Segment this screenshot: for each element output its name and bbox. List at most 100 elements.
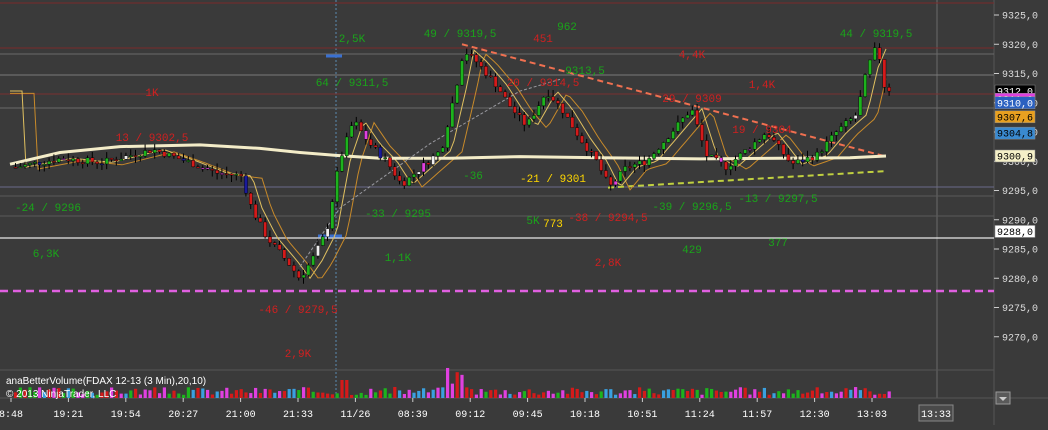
volume-bar — [474, 394, 478, 398]
candle-body — [114, 159, 119, 161]
volume-bar — [412, 392, 416, 398]
volume-bar — [311, 391, 315, 398]
candle-body — [690, 109, 695, 116]
volume-bar — [868, 391, 872, 398]
candle-body — [613, 180, 618, 186]
x-tick-label: 10:18 — [570, 410, 600, 421]
volume-bar — [292, 388, 296, 398]
volume-bar — [623, 390, 627, 398]
price-chart[interactable]: 1K 13 / 9302,5 -24 / 9296 6,3K 2,5K 64 / 9311… — [0, 0, 1048, 425]
candle-body — [455, 84, 460, 104]
volume-bar — [681, 389, 685, 398]
candle-body — [743, 149, 747, 154]
volume-bar — [758, 391, 762, 398]
x-tick-label: 11/26 — [340, 409, 370, 421]
annotation-label: 9313,5 — [565, 66, 605, 78]
candle-body — [330, 201, 335, 229]
candle-body — [354, 121, 359, 126]
candle-body — [777, 140, 781, 145]
candle-body — [412, 174, 416, 178]
candle-body — [441, 147, 445, 153]
candle-body — [508, 96, 512, 107]
candle-body — [345, 136, 349, 156]
volume-bar — [186, 387, 190, 398]
candle-body — [882, 59, 887, 88]
candle-body — [594, 151, 599, 160]
candle-body — [205, 167, 210, 170]
candle-body — [474, 54, 479, 63]
x-tick-label: 11:57 — [742, 410, 772, 421]
volume-bar — [278, 391, 282, 398]
volume-bar — [402, 393, 406, 398]
volume-bar — [359, 392, 363, 398]
volume-bar — [633, 394, 637, 398]
annotation-label: 1,1K — [385, 253, 412, 265]
candle-body — [61, 158, 66, 160]
annotation-label: 13 / 9302,5 — [116, 133, 189, 145]
annotation-label: 49 / 9319,5 — [424, 29, 497, 41]
candle-body — [76, 158, 80, 163]
volume-bar — [566, 393, 570, 398]
volume-bar — [249, 393, 253, 398]
candle-body — [220, 173, 224, 175]
volume-bar — [503, 390, 507, 398]
volume-bar — [839, 391, 843, 398]
candle-body — [825, 141, 829, 152]
volume-bar — [162, 387, 166, 398]
volume-bar — [129, 390, 133, 398]
candle-body — [85, 157, 90, 164]
volume-bar — [734, 389, 738, 398]
candle-body — [378, 146, 383, 159]
volume-bar — [830, 391, 834, 398]
candle-body — [33, 162, 37, 164]
volume-bar — [614, 394, 618, 398]
price-marker-label: 9304,8 — [997, 130, 1033, 141]
candle-body — [489, 75, 493, 77]
volume-bar — [239, 389, 243, 398]
candle-body — [599, 159, 603, 171]
y-tick-label: 9275,0 — [1002, 304, 1038, 315]
volume-bar — [383, 388, 387, 398]
candle-body — [604, 170, 608, 178]
x-tick-label: 19:21 — [53, 410, 83, 421]
volume-bar — [662, 390, 666, 398]
candle-body — [47, 161, 51, 165]
volume-bar — [609, 389, 613, 398]
volume-bar — [762, 387, 766, 398]
candle-body — [172, 152, 176, 157]
candle-body — [28, 163, 32, 165]
candle-body — [71, 158, 75, 162]
annotation-label: 773 — [543, 219, 563, 231]
candle-body — [90, 157, 95, 163]
x-tick-label: 21:33 — [283, 410, 313, 421]
candle-body — [733, 159, 738, 167]
y-tick-label: 9325,0 — [1002, 12, 1038, 23]
candle-body — [176, 155, 181, 159]
volume-bar — [878, 393, 882, 398]
x-tick-label: 10:51 — [627, 410, 657, 421]
volume-bar — [522, 391, 526, 398]
candle-body — [652, 153, 656, 159]
candle-body — [133, 155, 138, 157]
volume-bar — [455, 372, 459, 398]
candle-body — [541, 96, 546, 107]
candle-body — [469, 54, 474, 56]
candle-body — [450, 102, 455, 128]
axis-scroll-handle[interactable] — [995, 391, 1011, 405]
volume-bar — [666, 389, 670, 398]
candle-body — [229, 173, 234, 176]
annotation-label: -24 / 9296 — [15, 203, 81, 215]
x-tick-label: 09:45 — [513, 410, 543, 421]
volume-bar — [849, 389, 853, 398]
price-axis-background — [994, 0, 1048, 425]
candle-body — [844, 120, 848, 127]
volume-bar — [705, 388, 709, 398]
candle-body — [181, 158, 186, 161]
candle-body — [282, 249, 287, 259]
volume-bar — [748, 394, 752, 398]
candle-body — [729, 165, 733, 170]
volume-bar — [806, 392, 810, 398]
volume-bar — [350, 394, 354, 398]
candle-body — [100, 163, 104, 166]
volume-bar — [786, 389, 790, 398]
